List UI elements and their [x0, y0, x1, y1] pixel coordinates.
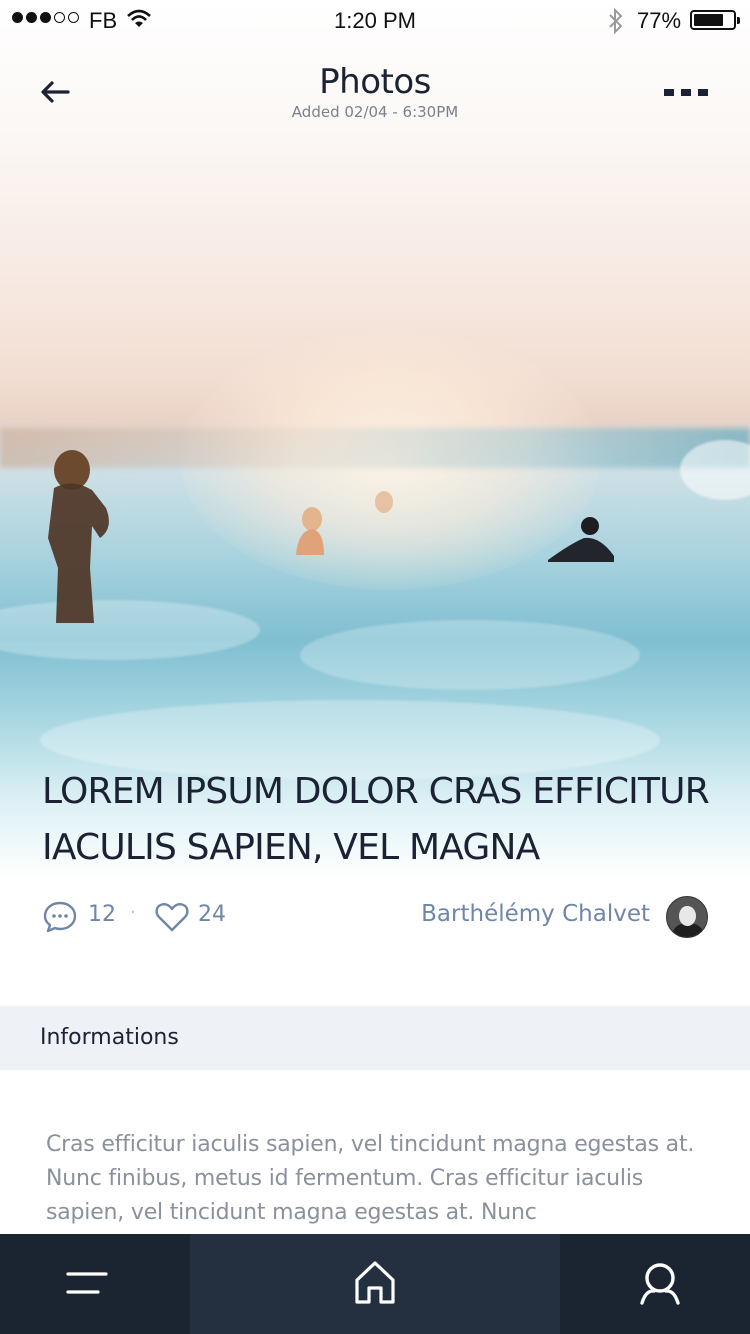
- heart-icon[interactable]: [154, 901, 190, 933]
- wave-foam: [680, 440, 750, 500]
- ellipsis-dot: [681, 88, 691, 96]
- ellipsis-dot: [664, 88, 674, 96]
- search-icon: [640, 1263, 680, 1305]
- battery-fill: [694, 14, 724, 26]
- surfer-silhouette: [548, 517, 614, 562]
- post-stats: 12 · 24 Barthélémy Chalvet: [42, 896, 708, 940]
- person-silhouette: [48, 450, 109, 623]
- description-text: Cras efficitur iaculis sapien, vel tinci…: [46, 1132, 695, 1225]
- ellipsis-dot: [698, 88, 708, 96]
- comment-count: 12: [88, 902, 116, 927]
- author-avatar[interactable]: [666, 896, 708, 938]
- tab-menu[interactable]: [0, 1234, 190, 1334]
- page-subtitle: Added 02/04 - 6:30PM: [291, 103, 459, 121]
- tab-bar: [0, 1234, 750, 1334]
- battery-icon: [690, 10, 740, 30]
- home-icon: [355, 1261, 395, 1304]
- section-title: Informations: [40, 1025, 179, 1050]
- comment-icon[interactable]: [42, 900, 78, 934]
- tab-search[interactable]: [560, 1234, 750, 1334]
- hero-photo: [0, 0, 750, 880]
- battery-nub: [737, 17, 740, 24]
- more-options-button[interactable]: [664, 84, 712, 100]
- wave-foam: [0, 600, 260, 660]
- wave-foam: [300, 620, 640, 690]
- page-title: Photos: [319, 62, 431, 102]
- swimmer-silhouette: [375, 491, 393, 513]
- section-header: Informations: [0, 1006, 750, 1070]
- bluetooth-icon: [609, 7, 623, 35]
- battery-percent: 77%: [637, 8, 682, 33]
- like-count: 24: [198, 902, 226, 927]
- author-name[interactable]: Barthélémy Chalvet: [421, 901, 650, 927]
- post-headline: LOREM IPSUM DOLOR CRAS EFFICITUR IACULIS…: [42, 771, 710, 868]
- separator-dot: ·: [130, 902, 136, 923]
- status-bar: FB 1:20 PM 77%: [0, 0, 750, 40]
- tab-home[interactable]: [190, 1234, 560, 1334]
- swimmer-silhouette: [296, 507, 324, 555]
- menu-icon: [66, 1272, 108, 1294]
- avatar-face: [679, 906, 696, 926]
